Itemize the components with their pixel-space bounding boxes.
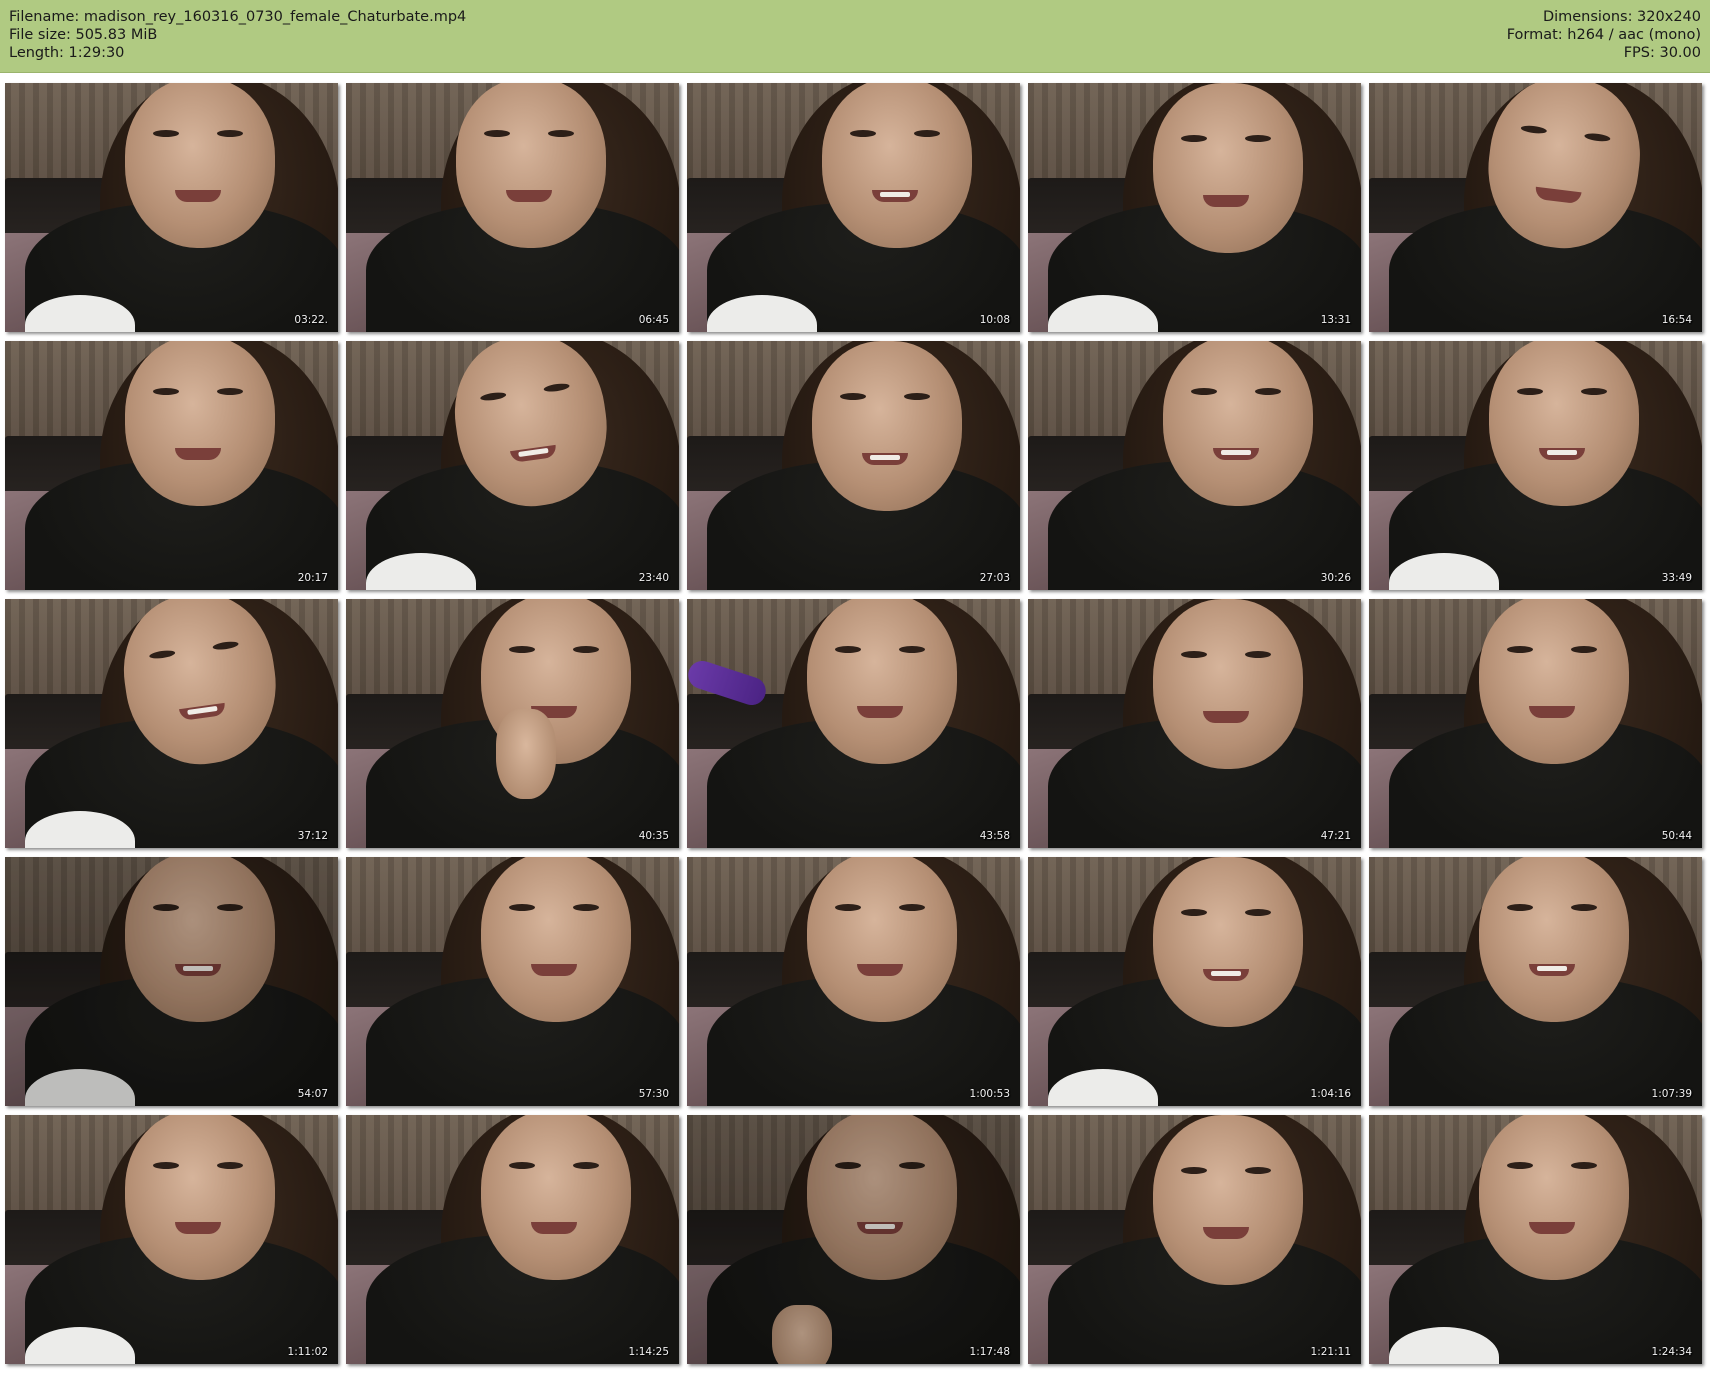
thumbnail[interactable]: 1:24:34 bbox=[1369, 1115, 1702, 1364]
thumbnail[interactable]: 1:21:11 bbox=[1028, 1115, 1361, 1364]
timestamp-label: 23:40 bbox=[638, 572, 669, 584]
video-frame bbox=[1369, 341, 1702, 590]
timestamp-label: 1:07:39 bbox=[1651, 1088, 1692, 1100]
video-frame bbox=[346, 83, 679, 332]
video-frame bbox=[1028, 1115, 1361, 1364]
dimensions-text: Dimensions: 320x240 bbox=[1542, 9, 1701, 25]
thumbnail[interactable]: 54:07 bbox=[5, 857, 338, 1106]
timestamp-label: 33:49 bbox=[1661, 572, 1692, 584]
info-header: Filename: madison_rey_160316_0730_female… bbox=[0, 0, 1710, 73]
video-frame bbox=[1028, 857, 1361, 1106]
video-frame bbox=[687, 1115, 1020, 1364]
timestamp-label: 57:30 bbox=[638, 1088, 669, 1100]
timestamp-label: 13:31 bbox=[1320, 314, 1351, 326]
thumbnail[interactable]: 1:17:48 bbox=[687, 1115, 1020, 1364]
thumbnail[interactable]: 1:07:39 bbox=[1369, 857, 1702, 1106]
thumbnail[interactable]: 30:26 bbox=[1028, 341, 1361, 590]
video-frame bbox=[687, 857, 1020, 1106]
length-text: Length: 1:29:30 bbox=[9, 45, 125, 61]
timestamp-label: 40:35 bbox=[638, 830, 669, 842]
video-frame bbox=[5, 341, 338, 590]
timestamp-label: 1:00:53 bbox=[969, 1088, 1010, 1100]
timestamp-label: 43:58 bbox=[979, 830, 1010, 842]
timestamp-label: 30:26 bbox=[1320, 572, 1351, 584]
thumbnail[interactable]: 33:49 bbox=[1369, 341, 1702, 590]
thumbnail[interactable]: 43:58 bbox=[687, 599, 1020, 848]
thumbnail[interactable]: 1:14:25 bbox=[346, 1115, 679, 1364]
thumbnail[interactable]: 23:40 bbox=[346, 341, 679, 590]
timestamp-label: 03:22. bbox=[294, 314, 328, 326]
timestamp-label: 1:14:25 bbox=[628, 1346, 669, 1358]
timestamp-label: 1:11:02 bbox=[287, 1346, 328, 1358]
video-frame bbox=[5, 599, 338, 848]
thumbnail[interactable]: 1:11:02 bbox=[5, 1115, 338, 1364]
thumbnail[interactable]: 10:08 bbox=[687, 83, 1020, 332]
video-frame bbox=[5, 83, 338, 332]
timestamp-label: 20:17 bbox=[297, 572, 328, 584]
thumbnail[interactable]: 40:35 bbox=[346, 599, 679, 848]
format-text: Format: h264 / aac (mono) bbox=[1506, 27, 1701, 43]
thumbnail[interactable]: 47:21 bbox=[1028, 599, 1361, 848]
timestamp-label: 1:17:48 bbox=[969, 1346, 1010, 1358]
video-frame bbox=[687, 599, 1020, 848]
timestamp-label: 54:07 bbox=[297, 1088, 328, 1100]
timestamp-label: 06:45 bbox=[638, 314, 669, 326]
video-frame bbox=[1369, 1115, 1702, 1364]
video-frame bbox=[1369, 599, 1702, 848]
video-frame bbox=[346, 1115, 679, 1364]
timestamp-label: 37:12 bbox=[297, 830, 328, 842]
video-frame bbox=[1028, 83, 1361, 332]
filename-text: Filename: madison_rey_160316_0730_female… bbox=[9, 9, 467, 25]
thumbnail[interactable]: 03:22. bbox=[5, 83, 338, 332]
media-info: Dimensions: 320x240 Format: h264 / aac (… bbox=[1507, 8, 1701, 62]
thumbnail[interactable]: 13:31 bbox=[1028, 83, 1361, 332]
timestamp-label: 27:03 bbox=[979, 572, 1010, 584]
video-frame bbox=[1028, 599, 1361, 848]
timestamp-label: 47:21 bbox=[1320, 830, 1351, 842]
thumbnail-grid: 03:22. 06:45 10:08 13:31 16:54 20:17 23:… bbox=[5, 83, 1705, 1368]
timestamp-label: 50:44 bbox=[1661, 830, 1692, 842]
timestamp-label: 10:08 bbox=[979, 314, 1010, 326]
video-frame bbox=[1369, 83, 1702, 332]
thumbnail[interactable]: 20:17 bbox=[5, 341, 338, 590]
timestamp-label: 16:54 bbox=[1661, 314, 1692, 326]
fps-text: FPS: 30.00 bbox=[1623, 45, 1701, 61]
video-frame bbox=[5, 857, 338, 1106]
video-frame bbox=[1028, 341, 1361, 590]
video-frame bbox=[687, 341, 1020, 590]
file-info: Filename: madison_rey_160316_0730_female… bbox=[9, 8, 466, 62]
video-frame bbox=[5, 1115, 338, 1364]
timestamp-label: 1:24:34 bbox=[1651, 1346, 1692, 1358]
thumbnail[interactable]: 37:12 bbox=[5, 599, 338, 848]
thumbnail[interactable]: 16:54 bbox=[1369, 83, 1702, 332]
thumbnail[interactable]: 27:03 bbox=[687, 341, 1020, 590]
filesize-text: File size: 505.83 MiB bbox=[9, 27, 158, 43]
thumbnail[interactable]: 50:44 bbox=[1369, 599, 1702, 848]
thumbnail[interactable]: 1:04:16 bbox=[1028, 857, 1361, 1106]
timestamp-label: 1:04:16 bbox=[1310, 1088, 1351, 1100]
video-frame bbox=[346, 857, 679, 1106]
thumbnail[interactable]: 1:00:53 bbox=[687, 857, 1020, 1106]
video-frame bbox=[1369, 857, 1702, 1106]
thumbnail[interactable]: 57:30 bbox=[346, 857, 679, 1106]
timestamp-label: 1:21:11 bbox=[1310, 1346, 1351, 1358]
thumbnail[interactable]: 06:45 bbox=[346, 83, 679, 332]
video-frame bbox=[687, 83, 1020, 332]
video-frame bbox=[346, 341, 679, 590]
video-frame bbox=[346, 599, 679, 848]
